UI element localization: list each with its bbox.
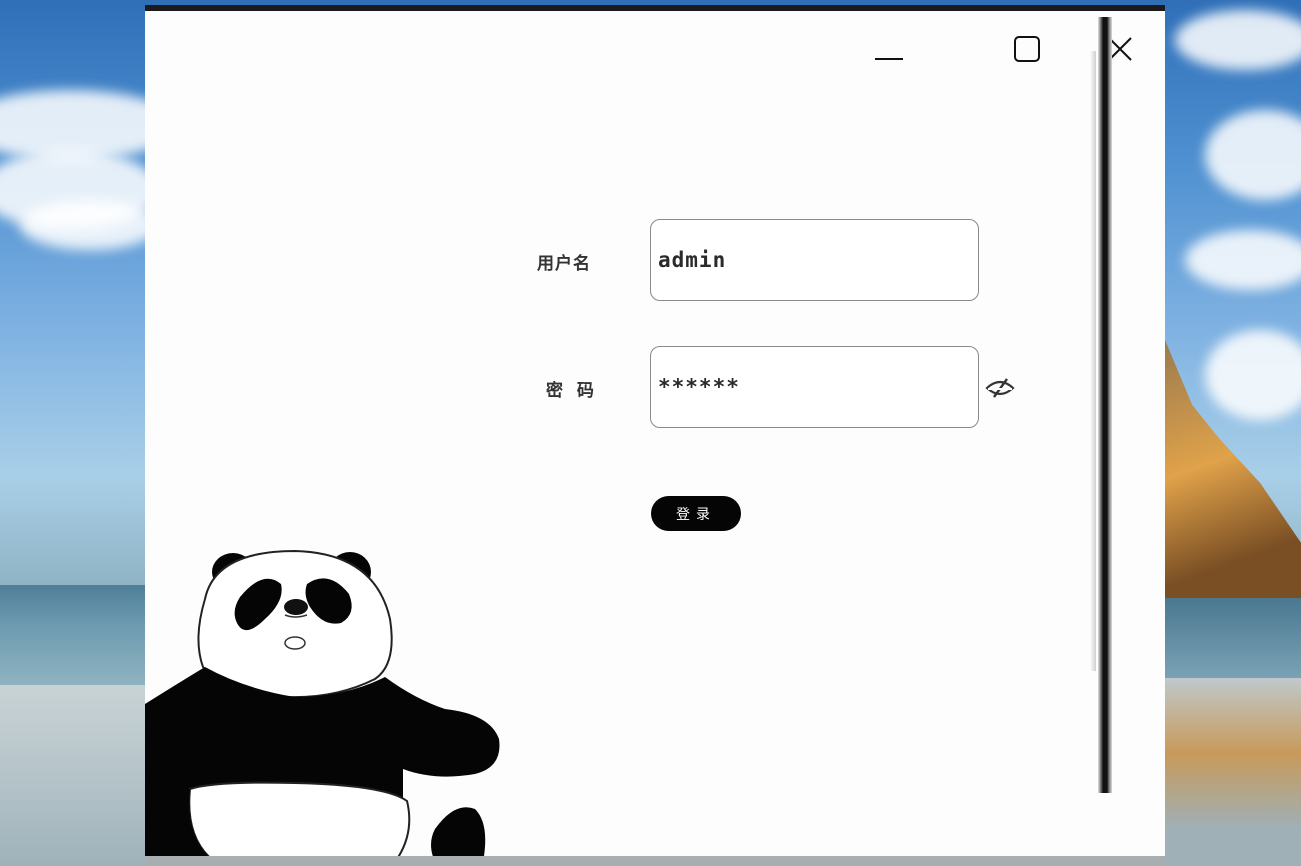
decorative-shadow [1090, 51, 1096, 671]
password-label: 密 码 [546, 381, 598, 401]
maximize-icon [1014, 36, 1040, 62]
password-input[interactable] [656, 374, 978, 400]
login-window: 用户名 密 码 登录 [145, 5, 1165, 856]
minimize-icon [875, 58, 903, 60]
desktop-wallpaper-right [1165, 0, 1301, 866]
toggle-password-visibility[interactable] [985, 377, 1015, 399]
decorative-rail [1098, 17, 1112, 793]
username-field-box [650, 219, 979, 301]
desktop-wallpaper-left [0, 0, 145, 866]
maximize-button[interactable] [1009, 31, 1045, 67]
username-input[interactable] [656, 247, 978, 273]
login-button[interactable]: 登录 [651, 496, 741, 531]
eye-off-icon [985, 378, 1015, 398]
password-field-box [650, 346, 979, 428]
username-label: 用户名 [537, 254, 591, 274]
panda-illustration [145, 549, 500, 856]
minimize-button[interactable] [870, 31, 906, 67]
